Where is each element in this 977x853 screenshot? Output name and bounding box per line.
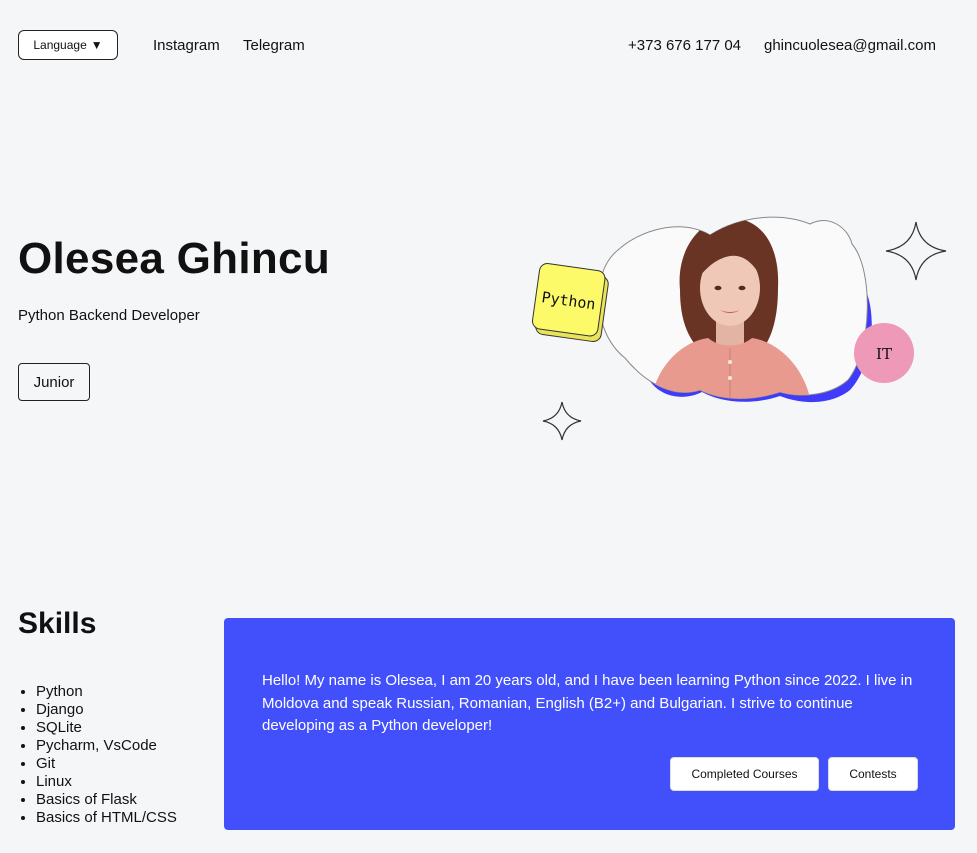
- contests-button[interactable]: Contests: [828, 757, 918, 791]
- about-card: Hello! My name is Olesea, I am 20 years …: [224, 618, 955, 830]
- hero-illustration: Python IT: [531, 216, 947, 441]
- list-item: Basics of Flask: [36, 791, 177, 809]
- language-dropdown[interactable]: Language ▼: [18, 30, 118, 60]
- contact-phone[interactable]: +373 676 177 04: [628, 37, 741, 54]
- list-item: Linux: [36, 773, 177, 791]
- about-text: Hello! My name is Olesea, I am 20 years …: [262, 672, 913, 734]
- list-item: Basics of HTML/CSS: [36, 809, 177, 827]
- list-item: Pycharm, VsCode: [36, 737, 177, 755]
- it-badge: IT: [854, 323, 914, 383]
- level-badge-button[interactable]: Junior: [18, 363, 90, 401]
- list-item: Django: [36, 701, 177, 719]
- completed-courses-button[interactable]: Completed Courses: [670, 757, 819, 791]
- contact-email[interactable]: ghincuolesea@gmail.com: [764, 37, 936, 54]
- sparkle-icon: [542, 401, 582, 441]
- nav-link-telegram[interactable]: Telegram: [243, 37, 305, 54]
- skills-heading: Skills: [18, 607, 97, 640]
- skills-list: Python Django SQLite Pycharm, VsCode Git…: [18, 683, 177, 827]
- list-item: SQLite: [36, 719, 177, 737]
- nav-link-instagram[interactable]: Instagram: [153, 37, 220, 54]
- dropdown-arrow-icon: ▼: [90, 38, 103, 52]
- sparkle-icon: [885, 221, 947, 281]
- job-title: Python Backend Developer: [18, 307, 200, 324]
- python-sticker: Python: [531, 263, 609, 343]
- language-label: Language: [33, 38, 87, 52]
- list-item: Git: [36, 755, 177, 773]
- page-title: Olesea Ghincu: [18, 234, 331, 283]
- list-item: Python: [36, 683, 177, 701]
- it-badge-label: IT: [876, 345, 892, 363]
